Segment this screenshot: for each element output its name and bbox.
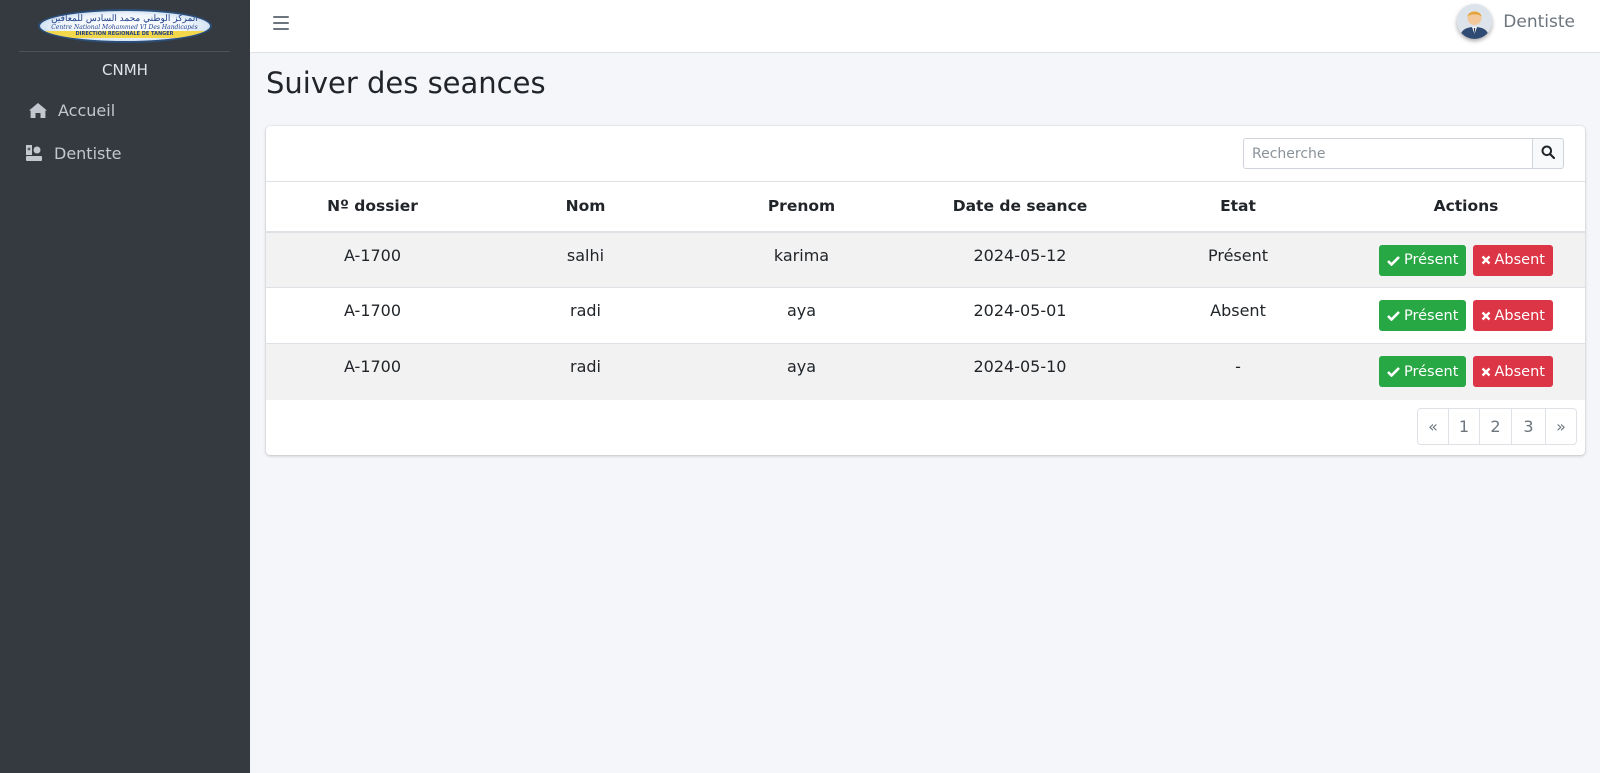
cell-dossier: A-1700 (266, 287, 479, 344)
cnmh-logo[interactable]: المركز الوطني محمد السادس للمعاقين Centr… (37, 8, 212, 43)
search-button[interactable] (1532, 138, 1564, 169)
search-input[interactable] (1243, 138, 1532, 169)
column-header-dossier[interactable]: Nº dossier (266, 181, 479, 233)
pagination-prev[interactable]: « (1417, 408, 1449, 445)
seances-card: Nº dossier Nom Prenom Date de seance Eta… (266, 126, 1585, 455)
cell-dossier: A-1700 (266, 343, 479, 400)
logo-french-text: Centre National Mohammed VI Des Handicap… (51, 23, 198, 31)
check-icon (1387, 311, 1400, 321)
cell-nom: salhi (479, 231, 692, 288)
absent-button-label: Absent (1494, 307, 1545, 324)
column-header-prenom[interactable]: Prenom (692, 181, 911, 233)
present-button-label: Présent (1404, 307, 1459, 324)
sidebar-nav: Accueil Dentiste (0, 98, 250, 165)
top-navbar: Dentiste (250, 0, 1600, 53)
times-icon (1481, 311, 1490, 320)
home-icon (27, 100, 49, 120)
absent-button[interactable]: Absent (1472, 356, 1553, 387)
page-title: Suiver des seances (266, 66, 546, 100)
pagination-page-2[interactable]: 2 (1479, 408, 1512, 445)
table-row: A-1700 radi aya 2024-05-01 Absent Présen… (266, 287, 1585, 344)
cell-nom: radi (479, 343, 692, 400)
cell-etat: - (1129, 343, 1347, 400)
pagination: « 1 2 3 » (1417, 408, 1577, 445)
present-button[interactable]: Présent (1379, 244, 1467, 276)
present-button-label: Présent (1404, 252, 1459, 268)
search-group (1243, 138, 1564, 169)
absent-button-label: Absent (1494, 363, 1545, 380)
cell-dossier: A-1700 (266, 231, 479, 288)
brand-name: CNMH (102, 61, 148, 79)
cell-prenom: aya (692, 287, 911, 344)
avatar (1457, 4, 1493, 39)
column-header-etat[interactable]: Etat (1129, 181, 1347, 233)
cell-prenom: karima (692, 231, 911, 288)
cell-etat: Absent (1129, 287, 1347, 344)
sidebar: المركز الوطني محمد السادس للمعاقين Centr… (0, 0, 250, 773)
times-icon (1481, 367, 1490, 376)
table-header-row: Nº dossier Nom Prenom Date de seance Eta… (266, 181, 1585, 233)
cell-actions: Présent Absent (1347, 287, 1585, 344)
pagination-page-3[interactable]: 3 (1511, 408, 1546, 445)
pagination-page-1[interactable]: 1 (1448, 408, 1480, 445)
absent-button[interactable]: Absent (1472, 300, 1553, 331)
column-header-nom[interactable]: Nom (479, 181, 692, 233)
table-row: A-1700 radi aya 2024-05-10 - Présent Abs… (266, 343, 1585, 400)
cell-prenom: aya (692, 343, 911, 400)
sidebar-item-label: Accueil (58, 100, 116, 120)
cell-nom: radi (479, 287, 692, 344)
cell-etat: Présent (1129, 231, 1347, 288)
brand-logo-area: المركز الوطني محمد السادس للمعاقين Centr… (19, 0, 230, 52)
cell-actions: Présent Absent (1347, 343, 1585, 400)
seances-table: Nº dossier Nom Prenom Date de seance Eta… (266, 181, 1585, 400)
pagination-next[interactable]: » (1545, 408, 1577, 445)
times-icon (1481, 255, 1490, 265)
present-button-label: Présent (1404, 363, 1459, 380)
cell-actions: Présent Absent (1347, 231, 1585, 288)
cell-date: 2024-05-10 (911, 343, 1129, 400)
sidebar-item-accueil[interactable]: Accueil (0, 98, 250, 122)
column-header-date[interactable]: Date de seance (911, 181, 1129, 233)
table-row: A-1700 salhi karima 2024-05-12 Présent P… (266, 231, 1585, 288)
user-doctor-icon (23, 143, 45, 163)
cell-date: 2024-05-01 (911, 287, 1129, 344)
absent-button[interactable]: Absent (1472, 244, 1553, 276)
sidebar-item-label: Dentiste (54, 143, 122, 163)
cell-date: 2024-05-12 (911, 231, 1129, 288)
sidebar-item-dentiste[interactable]: Dentiste (0, 141, 250, 165)
present-button[interactable]: Présent (1379, 356, 1467, 387)
menu-toggle-icon[interactable] (273, 16, 289, 30)
logo-region-text: DIRECTION REGIONALE DE TANGER (39, 30, 210, 38)
user-name: Dentiste (1503, 11, 1575, 32)
column-header-actions: Actions (1347, 181, 1585, 233)
logo-arabic-text: المركز الوطني محمد السادس للمعاقين (51, 13, 198, 24)
check-icon (1387, 367, 1400, 377)
absent-button-label: Absent (1494, 252, 1545, 268)
check-icon (1387, 255, 1400, 266)
present-button[interactable]: Présent (1379, 300, 1467, 331)
search-icon (1541, 144, 1556, 163)
user-menu[interactable]: Dentiste (1457, 4, 1575, 39)
